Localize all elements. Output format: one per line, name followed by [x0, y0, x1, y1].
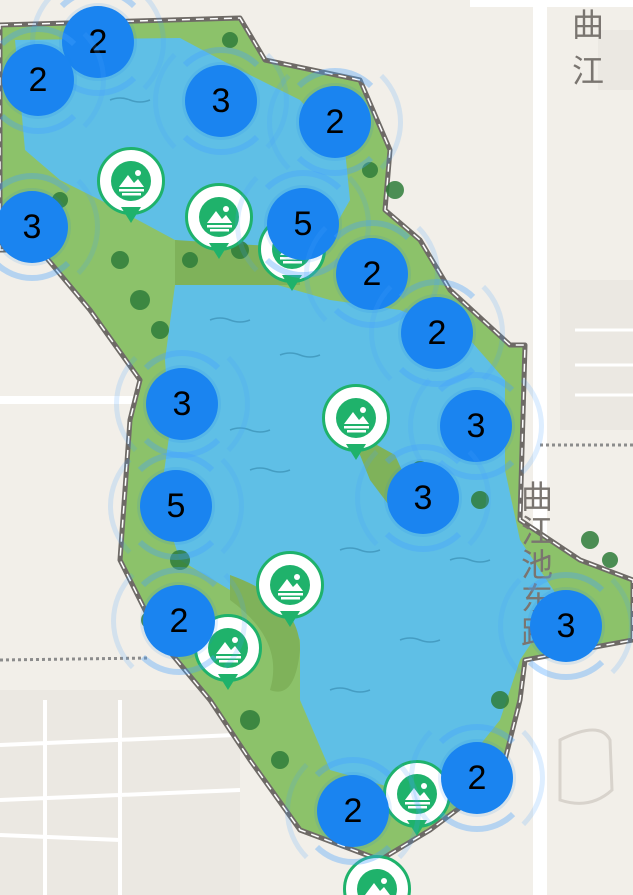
cluster-marker[interactable]: 5 [108, 438, 244, 574]
scenic-spot-pin[interactable] [97, 147, 165, 227]
cluster-marker[interactable]: 2 [285, 743, 421, 879]
cluster-marker[interactable]: 3 [153, 33, 289, 169]
city-block [560, 280, 633, 430]
cluster-marker[interactable]: 2 [111, 553, 247, 689]
scenic-mountain-icon [336, 398, 376, 438]
scenic-mountain-icon [111, 161, 151, 201]
scenic-mountain-icon [199, 197, 239, 237]
cluster-marker[interactable]: 3 [0, 159, 100, 295]
scenic-mountain-icon [270, 565, 310, 605]
cluster-marker[interactable]: 2 [409, 710, 545, 846]
cluster-marker[interactable]: 2 [0, 12, 106, 148]
cluster-marker[interactable]: 2 [267, 54, 403, 190]
cluster-marker[interactable]: 3 [114, 336, 250, 472]
cluster-marker[interactable]: 2 [369, 265, 505, 401]
cluster-marker[interactable]: 3 [498, 558, 633, 694]
map-canvas[interactable]: 曲江 曲江池东路 2232352233532223 [0, 0, 633, 895]
road-label-quijiang: 曲江 [572, 7, 605, 89]
scenic-spot-pin[interactable] [256, 551, 324, 631]
cluster-marker[interactable]: 3 [355, 430, 491, 566]
